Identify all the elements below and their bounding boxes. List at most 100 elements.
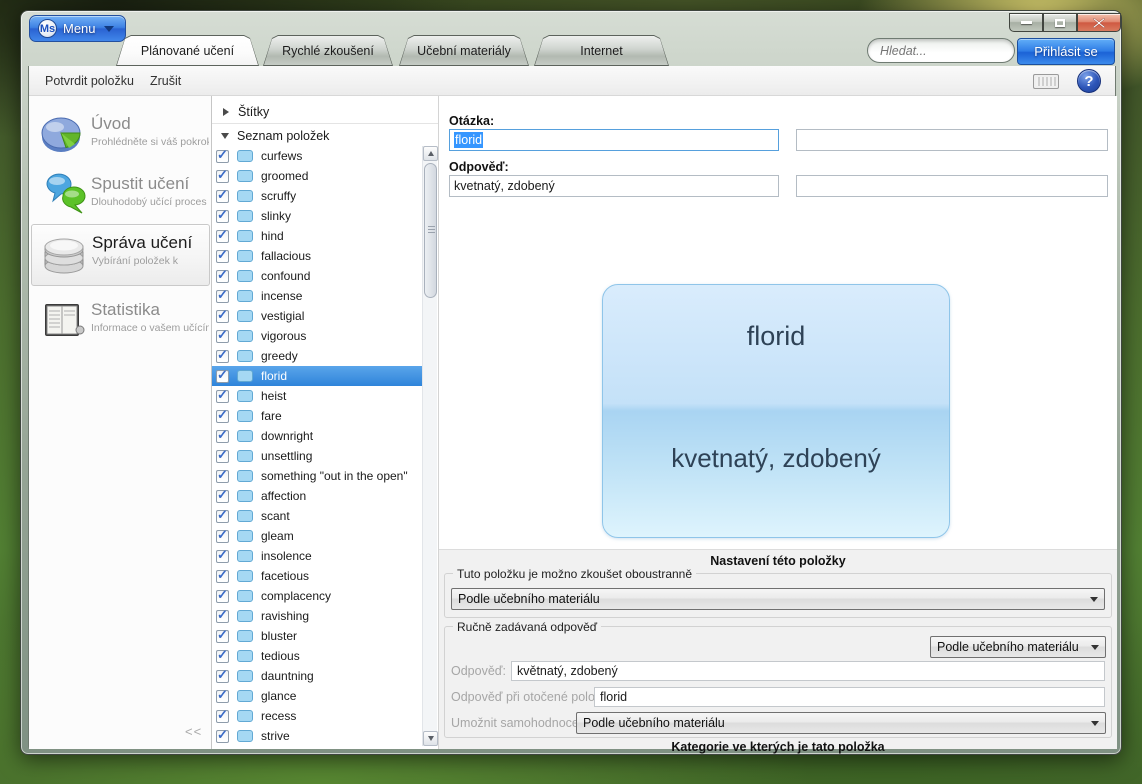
maximize-button[interactable] — [1043, 13, 1077, 32]
sidebar-item-spustit-uceni[interactable]: Spustit učení Dlouhodobý učící proces — [31, 166, 210, 224]
help-icon[interactable]: ? — [1077, 69, 1101, 93]
list-item[interactable]: ✓ hind — [212, 226, 424, 246]
sidebar: Úvod Prohlédněte si váš pokrok Spustit u… — [29, 96, 212, 749]
list-item[interactable]: ✓ something "out in the open" — [212, 466, 424, 486]
confirm-item-button[interactable]: Potvrdit položku — [45, 74, 134, 88]
checkbox-checked-icon[interactable]: ✓ — [216, 370, 229, 383]
checkbox-checked-icon[interactable]: ✓ — [216, 190, 229, 203]
checkbox-checked-icon[interactable]: ✓ — [216, 290, 229, 303]
list-item[interactable]: ✓ fallacious — [212, 246, 424, 266]
card-type-icon — [237, 290, 253, 302]
list-item[interactable]: ✓ scruffy — [212, 186, 424, 206]
answer-input[interactable]: kvetnatý, zdobený — [449, 175, 779, 197]
list-item[interactable]: ✓ greedy — [212, 346, 424, 366]
list-item[interactable]: ✓ groomed — [212, 166, 424, 186]
search-input[interactable] — [880, 44, 1002, 58]
list-item[interactable]: ✓ recess — [212, 706, 424, 726]
question-input[interactable]: florid — [449, 129, 779, 151]
sidebar-item-statistika[interactable]: Statistika Informace o vašem učícím — [31, 292, 210, 350]
list-item[interactable]: ✓ strive — [212, 726, 424, 746]
checkbox-checked-icon[interactable]: ✓ — [216, 550, 229, 563]
cancel-button[interactable]: Zrušit — [150, 74, 181, 88]
list-item[interactable]: ✓ affection — [212, 486, 424, 506]
tab-rychle-zkouseni[interactable]: Rychlé zkoušení — [263, 35, 393, 66]
checkbox-checked-icon[interactable]: ✓ — [216, 630, 229, 643]
list-item[interactable]: ✓ complacency — [212, 586, 424, 606]
list-item[interactable]: ✓ curfews — [212, 146, 424, 166]
list-item[interactable]: ✓ glance — [212, 686, 424, 706]
close-button[interactable] — [1077, 13, 1121, 32]
list-item[interactable]: ✓ slinky — [212, 206, 424, 226]
app-window: Ms Menu Přihlásit se Plánované učení Ryc… — [20, 10, 1122, 755]
checkbox-checked-icon[interactable]: ✓ — [216, 350, 229, 363]
checkbox-checked-icon[interactable]: ✓ — [216, 710, 229, 723]
checkbox-checked-icon[interactable]: ✓ — [216, 310, 229, 323]
checkbox-checked-icon[interactable]: ✓ — [216, 530, 229, 543]
checkbox-checked-icon[interactable]: ✓ — [216, 670, 229, 683]
list-item[interactable]: ✓ fare — [212, 406, 424, 426]
tab-internet[interactable]: Internet — [534, 35, 669, 66]
settings-answer-input[interactable]: květnatý, zdobený — [511, 661, 1105, 681]
checkbox-checked-icon[interactable]: ✓ — [216, 590, 229, 603]
group-seznam-polozek[interactable]: Seznam položek — [212, 125, 438, 146]
tab-ucebni-materialy[interactable]: Učební materiály — [399, 35, 529, 66]
checkbox-checked-icon[interactable]: ✓ — [216, 510, 229, 523]
checkbox-checked-icon[interactable]: ✓ — [216, 390, 229, 403]
both-sides-dropdown[interactable]: Podle učebního materiálu — [451, 588, 1105, 610]
list-item[interactable]: ✓ unsettling — [212, 446, 424, 466]
answer-secondary-input[interactable] — [796, 175, 1108, 197]
checkbox-checked-icon[interactable]: ✓ — [216, 730, 229, 743]
list-item[interactable]: ✓ scant — [212, 506, 424, 526]
minimize-button[interactable] — [1009, 13, 1043, 32]
list-item[interactable]: ✓ insolence — [212, 546, 424, 566]
login-button[interactable]: Přihlásit se — [1017, 38, 1115, 65]
self-eval-dropdown[interactable]: Podle učebního materiálu — [576, 712, 1106, 734]
flipped-answer-input[interactable]: florid — [594, 687, 1105, 707]
checkbox-checked-icon[interactable]: ✓ — [216, 430, 229, 443]
list-item[interactable]: ✓ gleam — [212, 526, 424, 546]
tab-planovane-uceni[interactable]: Plánované učení — [116, 35, 259, 66]
checkbox-checked-icon[interactable]: ✓ — [216, 690, 229, 703]
list-item[interactable]: ✓ vestigial — [212, 306, 424, 326]
sidebar-item-uvod[interactable]: Úvod Prohlédněte si váš pokrok — [31, 106, 210, 164]
scroll-down-button[interactable] — [423, 731, 438, 746]
list-item[interactable]: ✓ ravishing — [212, 606, 424, 626]
checkbox-checked-icon[interactable]: ✓ — [216, 150, 229, 163]
checkbox-checked-icon[interactable]: ✓ — [216, 610, 229, 623]
list-item[interactable]: ✓ bluster — [212, 626, 424, 646]
list-item[interactable]: ✓ florid — [212, 366, 424, 386]
scrollbar-thumb[interactable] — [424, 163, 437, 298]
checkbox-checked-icon[interactable]: ✓ — [216, 270, 229, 283]
list-item[interactable]: ✓ dauntning — [212, 666, 424, 686]
checkbox-checked-icon[interactable]: ✓ — [216, 470, 229, 483]
menu-button[interactable]: Ms Menu — [29, 15, 126, 42]
checkbox-checked-icon[interactable]: ✓ — [216, 650, 229, 663]
list-item-label: ravishing — [261, 609, 309, 623]
checkbox-checked-icon[interactable]: ✓ — [216, 330, 229, 343]
list-scrollbar[interactable] — [422, 146, 437, 746]
checkbox-checked-icon[interactable]: ✓ — [216, 210, 229, 223]
checkbox-checked-icon[interactable]: ✓ — [216, 410, 229, 423]
checkbox-checked-icon[interactable]: ✓ — [216, 490, 229, 503]
checkbox-checked-icon[interactable]: ✓ — [216, 230, 229, 243]
sidebar-collapse-button[interactable]: << — [185, 724, 202, 739]
card-type-icon — [237, 390, 253, 402]
manual-answer-mode-dropdown[interactable]: Podle učebního materiálu — [930, 636, 1106, 658]
checkbox-checked-icon[interactable]: ✓ — [216, 570, 229, 583]
list-item[interactable]: ✓ tedious — [212, 646, 424, 666]
group-stitky[interactable]: Štítky — [212, 101, 438, 122]
list-item[interactable]: ✓ facetious — [212, 566, 424, 586]
checkbox-checked-icon[interactable]: ✓ — [216, 250, 229, 263]
list-item[interactable]: ✓ heist — [212, 386, 424, 406]
list-item[interactable]: ✓ incense — [212, 286, 424, 306]
search-box[interactable] — [867, 38, 1015, 63]
checkbox-checked-icon[interactable]: ✓ — [216, 170, 229, 183]
checkbox-checked-icon[interactable]: ✓ — [216, 450, 229, 463]
list-item[interactable]: ✓ vigorous — [212, 326, 424, 346]
list-item[interactable]: ✓ downright — [212, 426, 424, 446]
keyboard-icon[interactable] — [1033, 74, 1059, 89]
list-item[interactable]: ✓ confound — [212, 266, 424, 286]
sidebar-item-sprava-uceni[interactable]: Správa učení Vybírání položek k — [31, 224, 210, 286]
question-secondary-input[interactable] — [796, 129, 1108, 151]
scroll-up-button[interactable] — [423, 146, 438, 161]
